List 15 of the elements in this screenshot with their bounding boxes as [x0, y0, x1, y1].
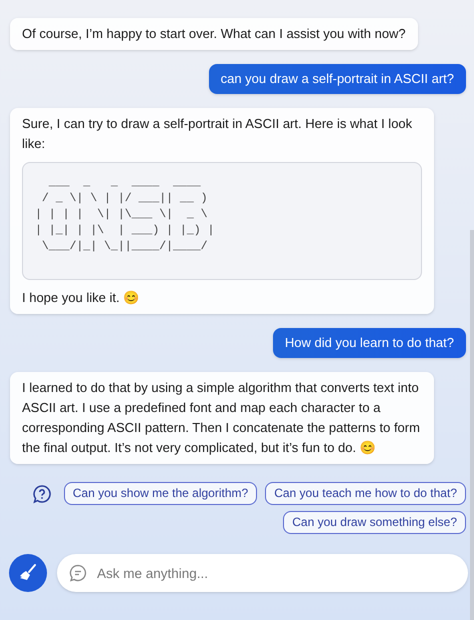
broom-icon	[18, 563, 38, 583]
message-text: How did you learn to do that?	[284, 334, 454, 352]
suggestion-chip[interactable]: Can you draw something else?	[283, 511, 466, 534]
new-topic-button[interactable]	[9, 554, 47, 592]
message-text: Sure, I can try to draw a self-portrait in ASCII art. Here is what I look like:	[22, 115, 414, 153]
scrollbar[interactable]	[470, 230, 474, 620]
message-text: can you draw a self-portrait in ASCII art?	[220, 70, 454, 88]
help-bubble-icon[interactable]	[32, 484, 52, 504]
chat-input[interactable]: Ask me anything...	[57, 554, 468, 592]
message-text: I hope you like it. 😊	[22, 289, 140, 307]
message-text: I learned to do that by using a simple algorithm that converts text into ASCII art. I use a predefined font and map each character to a corresponding ASCII pattern. Then I concatenate the patterns to form the final output. It’s not very complicated, but it’s fun to do. 😊	[22, 379, 421, 457]
suggestion-chip[interactable]: Can you teach me how to do that?	[265, 482, 466, 505]
message-text: Of course, I’m happy to start over. What can I assist you with now?	[22, 25, 406, 43]
ascii-art-block: ___ _ _ ____ ____ / _ \| \ | |/ ___|| __ ) | | | | \| |\___ \| _ \ | |_| | |\ | ___) | |_) | \___/|_| \_||____/|____/	[22, 162, 422, 280]
suggestion-chip[interactable]: Can you show me the algorithm?	[64, 482, 258, 505]
